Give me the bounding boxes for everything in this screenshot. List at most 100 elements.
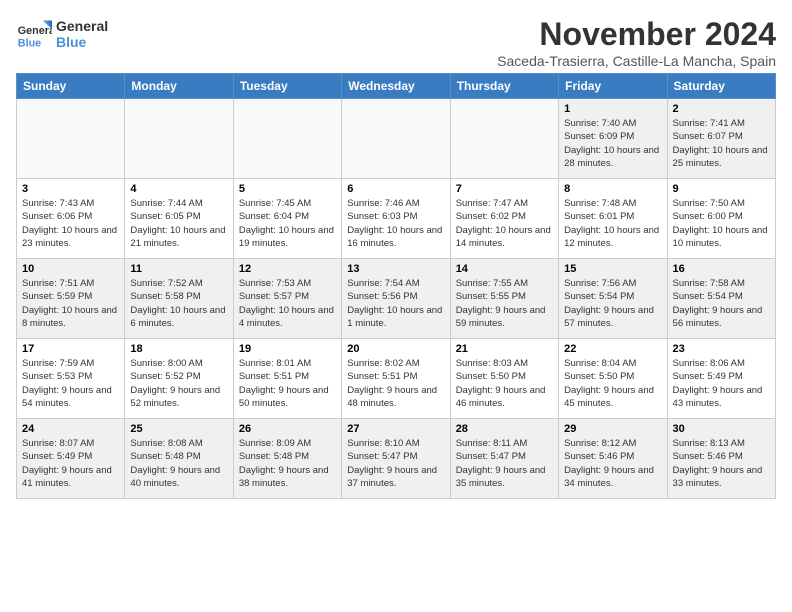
day-number: 14 (456, 263, 553, 275)
logo-line1: General (56, 18, 108, 34)
day-cell: 30Sunrise: 8:13 AM Sunset: 5:46 PM Dayli… (667, 419, 775, 499)
day-number: 28 (456, 423, 553, 435)
day-cell: 2 Sunrise: 7:41 AM Sunset: 6:07 PM Daylig… (667, 99, 775, 179)
day-number: 16 (673, 263, 770, 275)
week-row-1: 3 Sunrise: 7:43 AM Sunset: 6:06 PM Daylig… (17, 179, 776, 259)
month-title: November 2024 (497, 16, 776, 53)
day-info: Sunrise: 8:03 AM Sunset: 5:50 PM Dayligh… (456, 357, 553, 410)
day-number: 19 (239, 343, 336, 355)
day-cell: 21 Sunrise: 8:03 AM Sunset: 5:50 PM Dayli… (450, 339, 558, 419)
day-cell: 18 Sunrise: 8:00 AM Sunset: 5:52 PM Dayli… (125, 339, 233, 419)
day-cell: 25 Sunrise: 8:08 AM Sunset: 5:48 PM Dayli… (125, 419, 233, 499)
day-info: Sunrise: 7:54 AM Sunset: 5:56 PM Dayligh… (347, 277, 444, 330)
day-number: 3 (22, 183, 119, 195)
day-number: 12 (239, 263, 336, 275)
day-info: Sunrise: 7:47 AM Sunset: 6:02 PM Dayligh… (456, 197, 553, 250)
header-saturday: Saturday (667, 74, 775, 99)
logo-line2: Blue (56, 34, 108, 50)
day-cell: 27Sunrise: 8:10 AM Sunset: 5:47 PM Dayli… (342, 419, 450, 499)
day-cell: 28 Sunrise: 8:11 AM Sunset: 5:47 PM Dayli… (450, 419, 558, 499)
day-info: Sunrise: 8:10 AM Sunset: 5:47 PM Dayligh… (347, 437, 444, 490)
day-number: 1 (564, 103, 661, 115)
day-info: Sunrise: 8:08 AM Sunset: 5:48 PM Dayligh… (130, 437, 227, 490)
day-info: Sunrise: 8:06 AM Sunset: 5:49 PM Dayligh… (673, 357, 770, 410)
day-number: 9 (673, 183, 770, 195)
day-cell: 26 Sunrise: 8:09 AM Sunset: 5:48 PM Dayli… (233, 419, 341, 499)
title-block: November 2024 Saceda-Trasierra, Castille… (497, 16, 776, 69)
day-info: Sunrise: 7:59 AM Sunset: 5:53 PM Dayligh… (22, 357, 119, 410)
day-number: 10 (22, 263, 119, 275)
day-info: Sunrise: 7:44 AM Sunset: 6:05 PM Dayligh… (130, 197, 227, 250)
day-number: 25 (130, 423, 227, 435)
day-cell: 12 Sunrise: 7:53 AM Sunset: 5:57 PM Dayli… (233, 259, 341, 339)
day-cell: 24Sunrise: 8:07 AM Sunset: 5:49 PM Dayli… (17, 419, 125, 499)
location-subtitle: Saceda-Trasierra, Castille-La Mancha, Sp… (497, 53, 776, 69)
day-number: 18 (130, 343, 227, 355)
day-number: 7 (456, 183, 553, 195)
day-info: Sunrise: 7:52 AM Sunset: 5:58 PM Dayligh… (130, 277, 227, 330)
day-info: Sunrise: 7:55 AM Sunset: 5:55 PM Dayligh… (456, 277, 553, 330)
day-cell: 1Sunrise: 7:40 AM Sunset: 6:09 PM Daylig… (559, 99, 667, 179)
header-thursday: Thursday (450, 74, 558, 99)
day-cell: 4 Sunrise: 7:44 AM Sunset: 6:05 PM Daylig… (125, 179, 233, 259)
day-cell: 17 Sunrise: 7:59 AM Sunset: 5:53 PM Dayli… (17, 339, 125, 419)
day-number: 17 (22, 343, 119, 355)
day-cell: 23Sunrise: 8:06 AM Sunset: 5:49 PM Dayli… (667, 339, 775, 419)
day-number: 5 (239, 183, 336, 195)
day-cell (342, 99, 450, 179)
day-cell: 13 Sunrise: 7:54 AM Sunset: 5:56 PM Dayli… (342, 259, 450, 339)
day-info: Sunrise: 8:12 AM Sunset: 5:46 PM Dayligh… (564, 437, 661, 490)
day-cell: 19 Sunrise: 8:01 AM Sunset: 5:51 PM Dayli… (233, 339, 341, 419)
day-info: Sunrise: 7:58 AM Sunset: 5:54 PM Dayligh… (673, 277, 770, 330)
day-number: 11 (130, 263, 227, 275)
day-info: Sunrise: 7:48 AM Sunset: 6:01 PM Dayligh… (564, 197, 661, 250)
day-cell: 22 Sunrise: 8:04 AM Sunset: 5:50 PM Dayli… (559, 339, 667, 419)
day-info: Sunrise: 8:04 AM Sunset: 5:50 PM Dayligh… (564, 357, 661, 410)
day-cell: 29 Sunrise: 8:12 AM Sunset: 5:46 PM Dayli… (559, 419, 667, 499)
calendar-body: 1Sunrise: 7:40 AM Sunset: 6:09 PM Daylig… (17, 99, 776, 499)
day-cell (233, 99, 341, 179)
header-friday: Friday (559, 74, 667, 99)
day-number: 6 (347, 183, 444, 195)
day-info: Sunrise: 7:51 AM Sunset: 5:59 PM Dayligh… (22, 277, 119, 330)
day-cell (125, 99, 233, 179)
week-row-4: 24Sunrise: 8:07 AM Sunset: 5:49 PM Dayli… (17, 419, 776, 499)
day-cell: 7 Sunrise: 7:47 AM Sunset: 6:02 PM Daylig… (450, 179, 558, 259)
day-info: Sunrise: 8:07 AM Sunset: 5:49 PM Dayligh… (22, 437, 119, 490)
day-cell: 16 Sunrise: 7:58 AM Sunset: 5:54 PM Dayli… (667, 259, 775, 339)
day-info: Sunrise: 8:01 AM Sunset: 5:51 PM Dayligh… (239, 357, 336, 410)
day-info: Sunrise: 8:13 AM Sunset: 5:46 PM Dayligh… (673, 437, 770, 490)
day-info: Sunrise: 7:50 AM Sunset: 6:00 PM Dayligh… (673, 197, 770, 250)
day-number: 20 (347, 343, 444, 355)
day-info: Sunrise: 8:09 AM Sunset: 5:48 PM Dayligh… (239, 437, 336, 490)
day-number: 29 (564, 423, 661, 435)
header-row: Sunday Monday Tuesday Wednesday Thursday… (17, 74, 776, 99)
day-info: Sunrise: 7:41 AM Sunset: 6:07 PM Dayligh… (673, 117, 770, 170)
day-number: 2 (673, 103, 770, 115)
day-cell: 6Sunrise: 7:46 AM Sunset: 6:03 PM Daylig… (342, 179, 450, 259)
header-tuesday: Tuesday (233, 74, 341, 99)
calendar-header: Sunday Monday Tuesday Wednesday Thursday… (17, 74, 776, 99)
day-cell: 20Sunrise: 8:02 AM Sunset: 5:51 PM Dayli… (342, 339, 450, 419)
day-cell (17, 99, 125, 179)
header-sunday: Sunday (17, 74, 125, 99)
week-row-0: 1Sunrise: 7:40 AM Sunset: 6:09 PM Daylig… (17, 99, 776, 179)
day-info: Sunrise: 8:00 AM Sunset: 5:52 PM Dayligh… (130, 357, 227, 410)
day-number: 21 (456, 343, 553, 355)
day-number: 13 (347, 263, 444, 275)
header-monday: Monday (125, 74, 233, 99)
day-info: Sunrise: 7:53 AM Sunset: 5:57 PM Dayligh… (239, 277, 336, 330)
calendar-table: Sunday Monday Tuesday Wednesday Thursday… (16, 73, 776, 499)
day-number: 26 (239, 423, 336, 435)
day-number: 4 (130, 183, 227, 195)
day-cell: 5Sunrise: 7:45 AM Sunset: 6:04 PM Daylig… (233, 179, 341, 259)
day-number: 8 (564, 183, 661, 195)
day-number: 22 (564, 343, 661, 355)
logo: General Blue General Blue (16, 16, 108, 52)
day-info: Sunrise: 7:56 AM Sunset: 5:54 PM Dayligh… (564, 277, 661, 330)
day-info: Sunrise: 8:11 AM Sunset: 5:47 PM Dayligh… (456, 437, 553, 490)
day-cell: 9 Sunrise: 7:50 AM Sunset: 6:00 PM Daylig… (667, 179, 775, 259)
day-number: 15 (564, 263, 661, 275)
day-info: Sunrise: 7:43 AM Sunset: 6:06 PM Dayligh… (22, 197, 119, 250)
day-cell: 10 Sunrise: 7:51 AM Sunset: 5:59 PM Dayli… (17, 259, 125, 339)
